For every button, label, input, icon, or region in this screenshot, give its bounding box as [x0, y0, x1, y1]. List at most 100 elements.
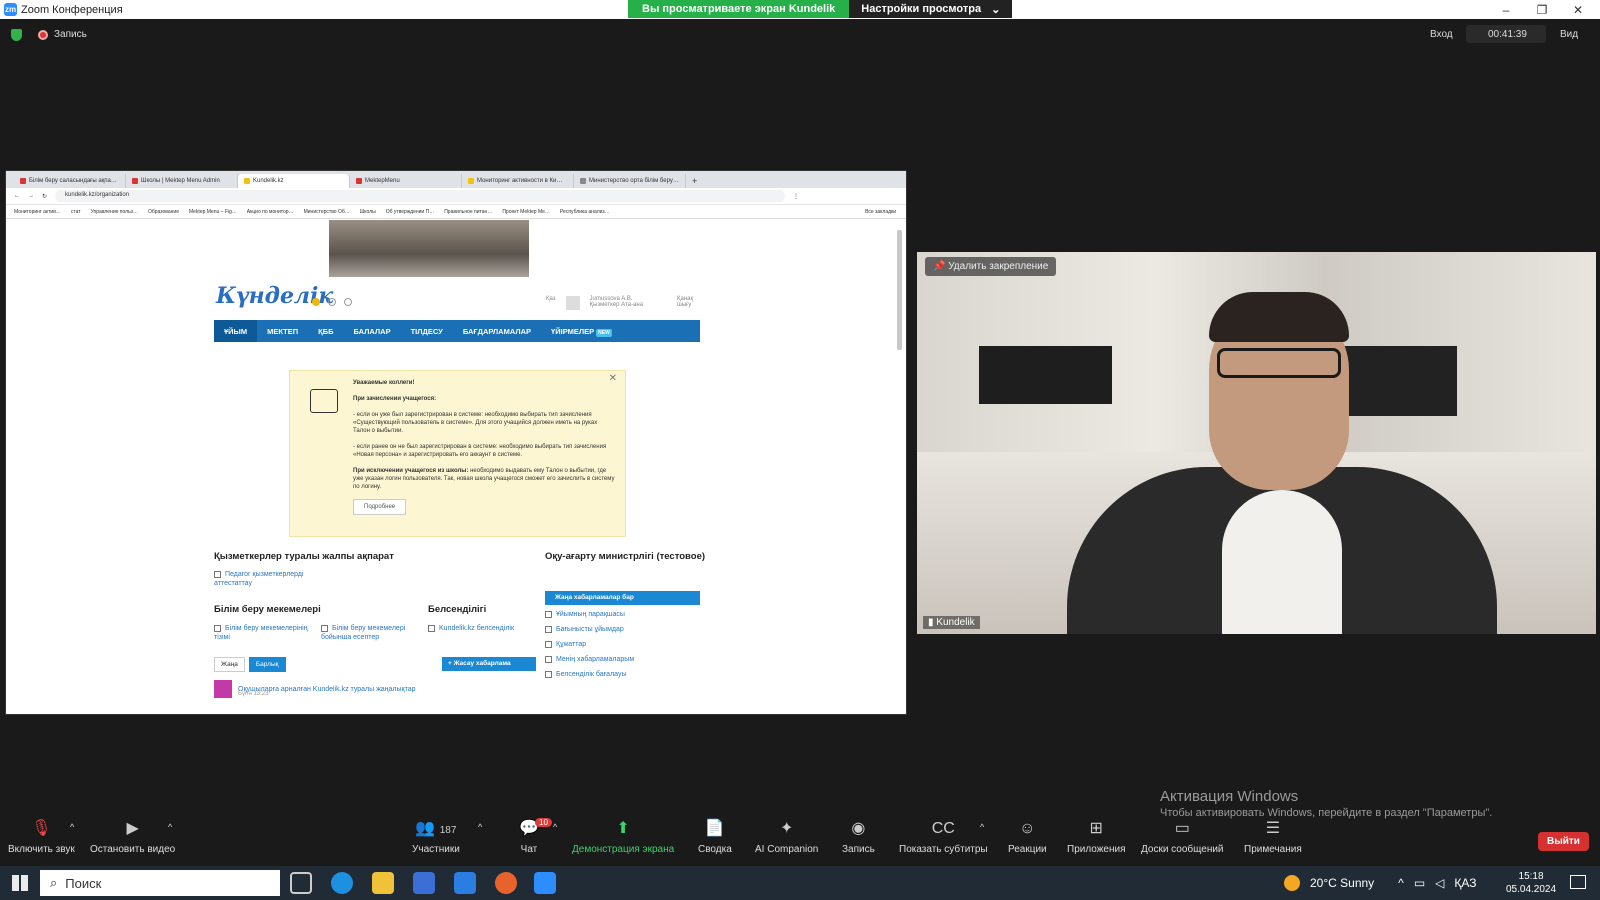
- url-input[interactable]: kundelik.kz/organization: [55, 190, 786, 202]
- bookmark-item[interactable]: Проект Mektep Me…: [502, 209, 550, 215]
- close-button[interactable]: ✕: [1560, 0, 1596, 19]
- close-icon[interactable]: ✕: [609, 374, 617, 384]
- ministry-link[interactable]: Менің хабарламаларым: [545, 655, 634, 664]
- page-scrollbar[interactable]: [897, 230, 902, 350]
- view-settings-button[interactable]: Настройки просмотра ⌄: [849, 0, 1013, 18]
- globe-icon[interactable]: [344, 298, 352, 306]
- captions-chevron-icon[interactable]: ^: [980, 822, 984, 832]
- task-view-icon[interactable]: [290, 872, 312, 894]
- network-icon[interactable]: ▭: [1414, 876, 1425, 890]
- reactions-button[interactable]: ☺ Реакции: [1008, 820, 1047, 855]
- browser-tab-active[interactable]: Kundelik.kz: [238, 174, 350, 188]
- zoom-taskbar-icon[interactable]: [534, 872, 556, 894]
- reload-icon[interactable]: ↻: [42, 193, 47, 200]
- leave-button[interactable]: Выйти: [1538, 832, 1589, 851]
- forward-icon[interactable]: →: [28, 193, 34, 199]
- taskbar-search-input[interactable]: ⌕ Поиск: [40, 870, 280, 896]
- staff-attestation-link[interactable]: Педагог қызметкерлерді аттестаттау: [214, 570, 324, 588]
- audio-options-chevron-icon[interactable]: ^: [70, 822, 74, 832]
- logout-link[interactable]: Қанақ шығу: [677, 296, 699, 310]
- filter-new[interactable]: Жаңа: [214, 657, 245, 672]
- share-screen-button[interactable]: ⬆ Демонстрация экрана: [572, 820, 674, 855]
- create-message-button[interactable]: + Жасау хабарлама: [442, 657, 536, 671]
- nav-item-organization[interactable]: ҰЙЫМ: [214, 320, 258, 342]
- minimize-button[interactable]: –: [1488, 0, 1524, 19]
- all-bookmarks[interactable]: Все закладки: [865, 209, 896, 215]
- bookmark-item[interactable]: Управление польз…: [91, 209, 138, 215]
- shield-icon[interactable]: [11, 29, 22, 41]
- participants-button[interactable]: 👥 187 Участники: [412, 820, 460, 855]
- nav-item-school[interactable]: МЕКТЕП: [257, 327, 308, 336]
- firefox-icon[interactable]: [495, 872, 517, 894]
- filter-all[interactable]: Барлық: [248, 657, 286, 672]
- notification-icon[interactable]: [312, 298, 320, 306]
- ministry-link[interactable]: Бағынысты ұйымдар: [545, 625, 624, 634]
- browser-tab[interactable]: MektepMenu: [350, 174, 462, 188]
- chat-chevron-icon[interactable]: ^: [553, 822, 557, 832]
- user-info[interactable]: Jumussova A.B. Қызметкер Ата-ана: [590, 296, 643, 310]
- enter-button[interactable]: Вход: [1430, 29, 1453, 40]
- taskbar-clock[interactable]: 15:18 05.04.2024: [1506, 870, 1556, 896]
- view-button[interactable]: Вид: [1560, 29, 1578, 40]
- avatar[interactable]: [565, 296, 580, 310]
- weather-text[interactable]: 20°C Sunny: [1310, 876, 1374, 890]
- shared-screen[interactable]: Білім беру салаcындағы ақпа… Школы | Mek…: [5, 170, 907, 715]
- browser-tab[interactable]: Білім беру салаcындағы ақпа…: [14, 174, 126, 188]
- language-indicator[interactable]: ҚАЗ: [1454, 876, 1476, 890]
- volume-icon[interactable]: ◁: [1435, 876, 1444, 890]
- whiteboards-button[interactable]: ▭ Доски сообщений: [1141, 820, 1224, 855]
- nav-item-kbb[interactable]: ҚББ: [308, 327, 343, 336]
- captions-button[interactable]: CC Показать субтитры: [899, 820, 988, 855]
- apps-button[interactable]: ⊞ Приложения: [1067, 820, 1126, 855]
- bookmark-item[interactable]: Министерство Об…: [304, 209, 350, 215]
- more-button[interactable]: Подробнее: [353, 499, 407, 515]
- ai-companion-button[interactable]: ✦ AI Companion: [755, 820, 818, 855]
- record-status[interactable]: Запись: [54, 29, 87, 40]
- mail-icon[interactable]: [454, 872, 476, 894]
- bookmark-item[interactable]: Республика анализ…: [560, 209, 610, 215]
- summary-button[interactable]: 📄 Сводка: [698, 820, 732, 855]
- file-explorer-icon[interactable]: [372, 872, 394, 894]
- nav-item-clubs[interactable]: ҮЙІРМЕЛЕР NEW: [541, 327, 622, 337]
- bookmark-item[interactable]: Mektep Menu – Fig…: [189, 209, 237, 215]
- language-select[interactable]: Қаз: [546, 296, 556, 310]
- windows-start-icon[interactable]: [12, 875, 28, 891]
- user-box[interactable]: Қаз Jumussova A.B. Қызметкер Ата-ана Қана…: [546, 296, 699, 310]
- video-options-chevron-icon[interactable]: ^: [168, 822, 172, 832]
- bookmark-item[interactable]: Школы: [360, 209, 376, 215]
- browser-tab[interactable]: Школы | Mektep Menu Admin: [126, 174, 238, 188]
- bookmark-item[interactable]: Мониторинг актив…: [14, 209, 61, 215]
- unpin-button[interactable]: 📌 Удалить закрепление: [925, 257, 1057, 276]
- browser-tab[interactable]: Мониторинг активности в Ки…: [462, 174, 574, 188]
- edu-list-link[interactable]: Білім беру мекемелерінің тізімі: [214, 624, 314, 642]
- ministry-link[interactable]: Құжаттар: [545, 640, 586, 649]
- new-tab-button[interactable]: +: [686, 174, 703, 188]
- bookmark-item[interactable]: Правильное питан…: [444, 209, 492, 215]
- menu-icon[interactable]: ⋮: [793, 193, 799, 200]
- activity-link[interactable]: Kundelik.kz белсенділік: [428, 624, 514, 633]
- chevron-up-icon[interactable]: ^: [1398, 876, 1404, 890]
- store-icon[interactable]: [413, 872, 435, 894]
- ministry-link[interactable]: Белсенділік бағалауы: [545, 670, 627, 679]
- unmute-button[interactable]: 🎙 Включить звук: [8, 820, 75, 855]
- browser-tab[interactable]: Министерство орта білім беру…: [574, 174, 686, 188]
- bell-icon[interactable]: [328, 298, 336, 306]
- stop-video-button[interactable]: ▶ Остановить видео: [90, 820, 175, 855]
- participants-chevron-icon[interactable]: ^: [478, 822, 482, 832]
- restore-button[interactable]: ❐: [1524, 0, 1560, 19]
- notification-center-icon[interactable]: [1570, 875, 1586, 889]
- nav-item-programs[interactable]: БАҒДАРЛАМАЛАР: [453, 327, 541, 336]
- news-item[interactable]: Оқушыларға арналған Kundelik.kz туралы ж…: [214, 680, 534, 698]
- notes-button[interactable]: ☰ Примечания: [1244, 820, 1302, 855]
- ministry-link[interactable]: Ұйымның парақшасы: [545, 610, 625, 619]
- bookmark-item[interactable]: Акцио по монитор…: [247, 209, 294, 215]
- bookmark-item[interactable]: Образование: [148, 209, 179, 215]
- nav-item-messages[interactable]: ТІЛДЕСУ: [401, 327, 453, 336]
- new-messages-button[interactable]: Жаңа хабарламалар бар: [545, 591, 700, 605]
- nav-item-children[interactable]: БАЛАЛАР: [344, 327, 401, 336]
- back-icon[interactable]: ←: [14, 193, 20, 199]
- chat-button[interactable]: 💬 10 Чат: [519, 818, 552, 855]
- edu-reports-link[interactable]: Білім беру мекемелері бойынша есептер: [321, 624, 421, 642]
- bookmark-item[interactable]: стат: [71, 209, 81, 215]
- bookmark-item[interactable]: Об утверждении П…: [386, 209, 434, 215]
